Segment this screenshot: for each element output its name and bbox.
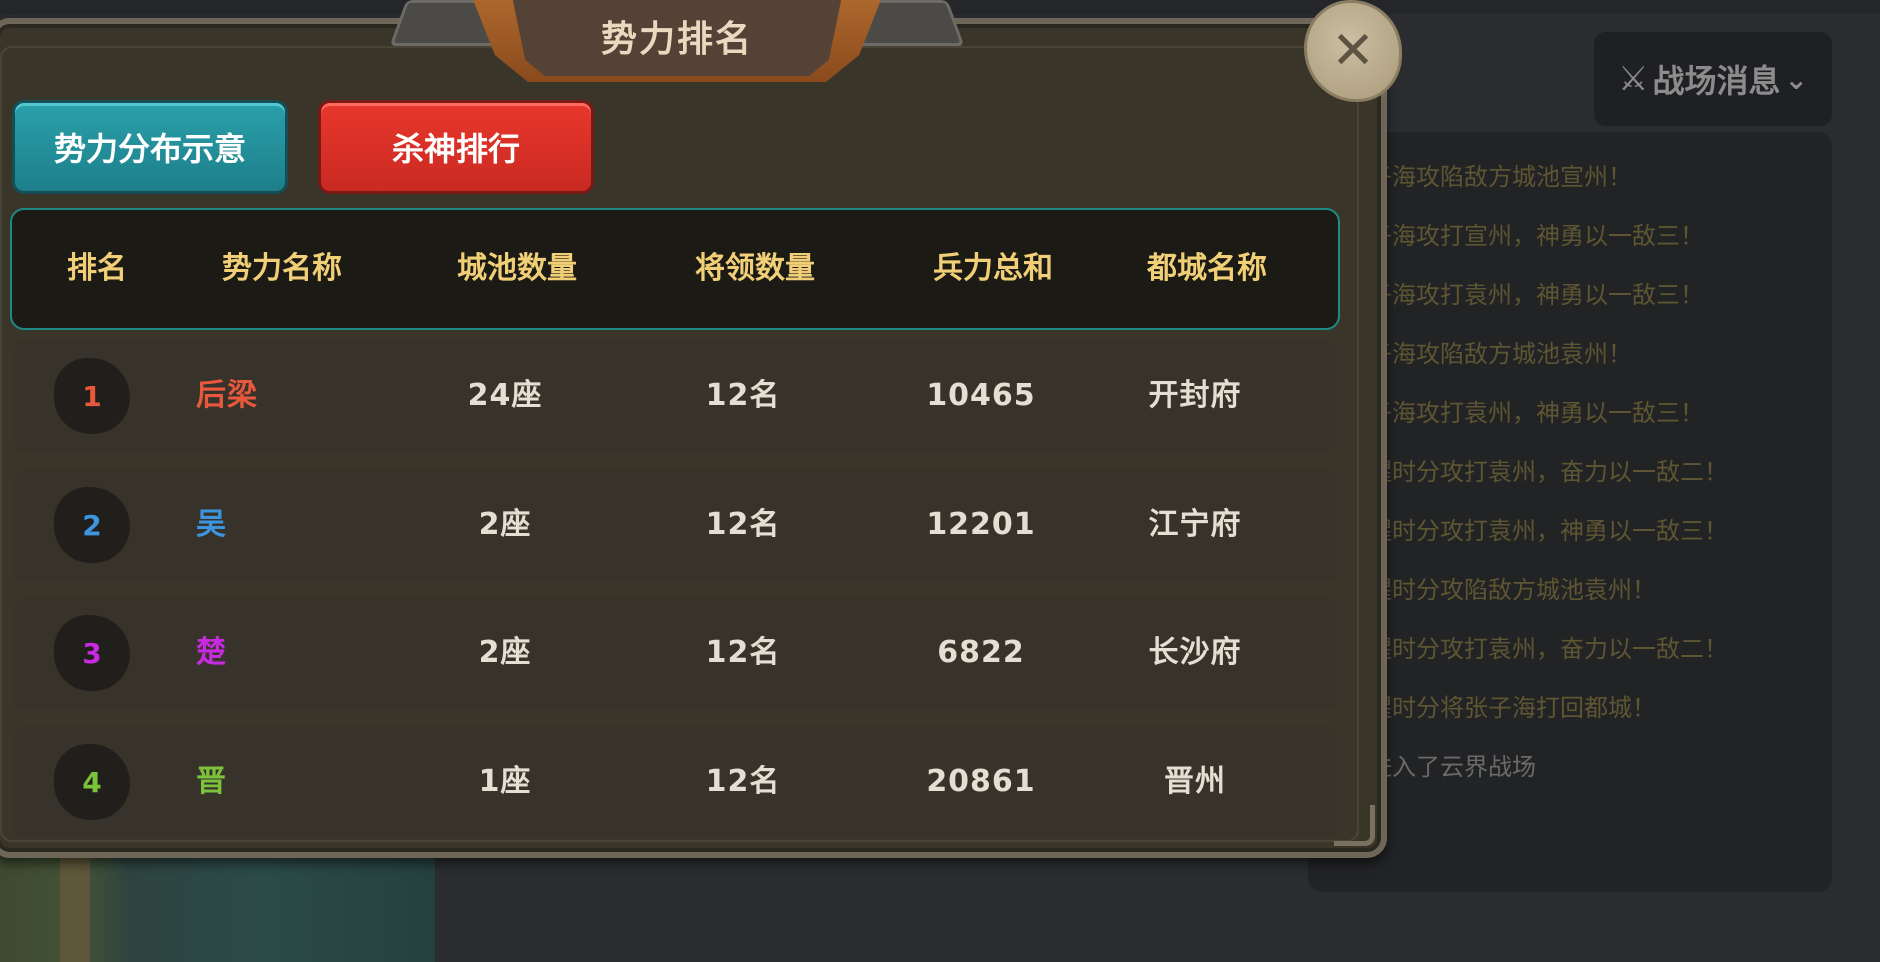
troop-total: 6822 <box>937 635 1025 670</box>
column-header-troops: 兵力总和 <box>933 251 1053 286</box>
rank-number: 2 <box>82 508 102 542</box>
dialog-title: 势力排名 <box>512 0 842 76</box>
city-count: 1座 <box>478 764 532 799</box>
faction-name: 后梁 <box>196 378 258 413</box>
news-item: 醒时分攻打袁州，神勇以一敌三！ <box>1368 517 1728 545</box>
close-x-icon: ✕ <box>1331 21 1375 81</box>
troop-total: 12201 <box>926 507 1036 542</box>
table-row[interactable]: 3 楚 2座 12名 6822 长沙府 <box>14 597 1336 709</box>
rank-number: 3 <box>82 636 102 670</box>
news-item: 子海攻打宣州，神勇以一敌三！ <box>1368 222 1704 250</box>
column-header-cities: 城池数量 <box>457 251 577 286</box>
tab-slayer-ranking[interactable]: 杀神排行 <box>318 100 594 194</box>
rank-badge: 2 <box>54 487 130 563</box>
chevron-down-icon: ⌄ <box>1784 62 1808 96</box>
rank-number: 1 <box>82 379 102 413</box>
general-count: 12名 <box>705 635 781 670</box>
capital-name: 开封府 <box>1148 378 1242 413</box>
column-header-faction: 势力名称 <box>222 251 342 286</box>
table-row[interactable]: 4 晋 1座 12名 20861 晋州 <box>14 726 1336 838</box>
news-item: 子海攻陷敌方城池宣州！ <box>1368 163 1632 191</box>
news-item: 醒时分攻打袁州，奋力以一敌二！ <box>1368 635 1728 663</box>
troop-total: 20861 <box>926 764 1036 799</box>
faction-name: 楚 <box>196 635 227 670</box>
news-item: 进入了云界战场 <box>1368 753 1536 781</box>
map-coastline <box>60 840 90 962</box>
battle-news-list: 子海攻陷敌方城池宣州！ 子海攻打宣州，神勇以一敌三！ 子海攻打袁州，神勇以一敌三… <box>1368 148 1822 797</box>
general-count: 12名 <box>705 764 781 799</box>
news-item: 醒时分攻打袁州，奋力以一敌二！ <box>1368 458 1728 486</box>
dialog-corner-ornament <box>1334 805 1375 846</box>
rank-badge: 4 <box>54 744 130 820</box>
table-header: 排名 势力名称 城池数量 将领数量 兵力总和 都城名称 <box>10 208 1340 330</box>
capital-name: 晋州 <box>1164 764 1226 799</box>
table-row[interactable]: 2 吴 2座 12名 12201 江宁府 <box>14 469 1336 581</box>
faction-name: 晋 <box>196 764 227 799</box>
rank-badge: 1 <box>54 358 130 434</box>
news-item: 醒时分将张子海打回都城！ <box>1368 694 1656 722</box>
general-count: 12名 <box>705 378 781 413</box>
column-header-generals: 将领数量 <box>695 251 815 286</box>
news-item: 醒时分攻陷敌方城池袁州！ <box>1368 576 1656 604</box>
tab-power-distribution[interactable]: 势力分布示意 <box>12 100 288 194</box>
news-item: 子海攻打袁州，神勇以一敌三！ <box>1368 399 1704 427</box>
capital-name: 长沙府 <box>1148 635 1242 670</box>
battle-news-toggle-button[interactable]: ⚔ 战场消息 ⌄ <box>1594 32 1832 126</box>
news-item: 子海攻打袁州，神勇以一敌三！ <box>1368 281 1704 309</box>
column-header-capital: 都城名称 <box>1147 251 1267 286</box>
news-item: 子海攻陷敌方城池袁州！ <box>1368 340 1632 368</box>
crossed-swords-icon: ⚔ <box>1618 59 1649 99</box>
faction-name: 吴 <box>196 507 227 542</box>
rank-badge: 3 <box>54 615 130 691</box>
close-button[interactable]: ✕ <box>1304 0 1402 102</box>
table-row[interactable]: 1 后梁 24座 12名 10465 开封府 <box>14 340 1336 452</box>
rank-number: 4 <box>82 765 102 799</box>
column-header-rank: 排名 <box>67 251 127 286</box>
troop-total: 10465 <box>926 378 1036 413</box>
battle-news-button-label: 战场消息 <box>1652 62 1781 100</box>
general-count: 12名 <box>705 507 781 542</box>
city-count: 24座 <box>467 378 543 413</box>
city-count: 2座 <box>478 635 532 670</box>
city-count: 2座 <box>478 507 532 542</box>
capital-name: 江宁府 <box>1148 507 1242 542</box>
